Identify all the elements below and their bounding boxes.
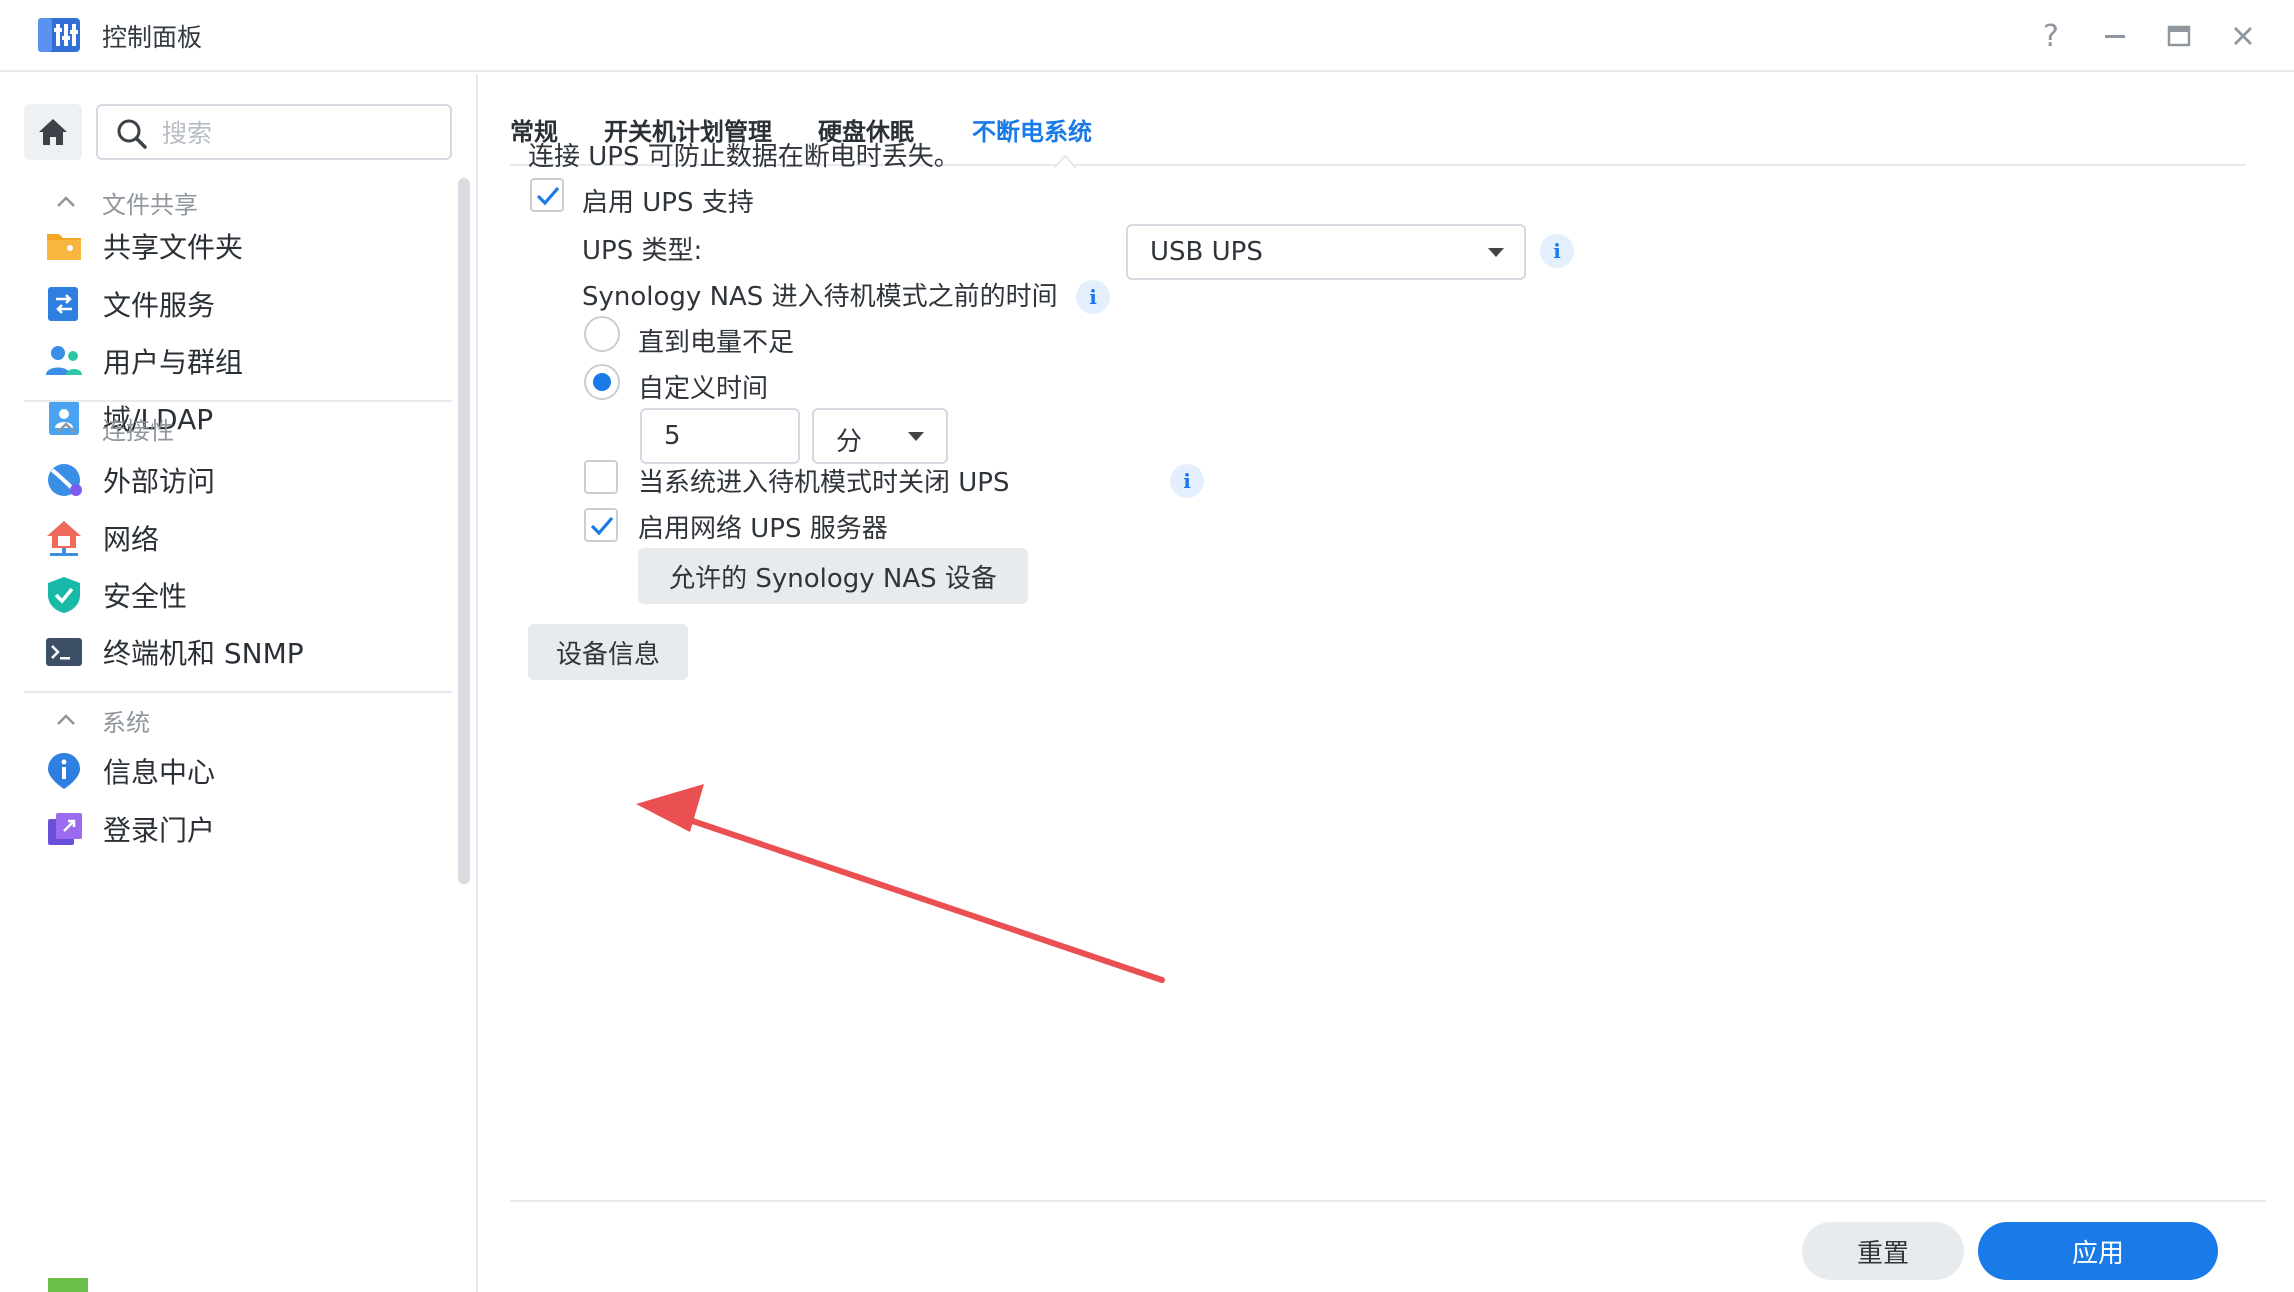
sidebar-item-label: 信息中心	[103, 756, 216, 789]
info-icon[interactable]: i	[1170, 464, 1204, 498]
custom-time-radio[interactable]	[584, 364, 620, 400]
time-unit-value: 分	[836, 427, 863, 457]
search-box[interactable]	[96, 104, 452, 160]
login-portal-icon	[48, 813, 82, 845]
sidebar-item-label: 登录门户	[103, 814, 216, 847]
low-battery-label: 直到电量不足	[638, 328, 795, 358]
standby-time-label: Synology NAS 进入待机模式之前的时间	[582, 282, 1058, 312]
chevron-up-icon	[57, 714, 75, 725]
sidebar-item-label: 外部访问	[103, 465, 216, 498]
shield-icon	[48, 577, 80, 613]
sidebar-item-label: 用户与群组	[103, 346, 244, 379]
divider	[24, 400, 452, 402]
device-info-button[interactable]: 设备信息	[528, 624, 688, 680]
sidebar-item-label: 安全性	[103, 580, 188, 613]
custom-time-label: 自定义时间	[638, 374, 769, 404]
sidebar-item-external-access[interactable]: 外部访问	[44, 450, 444, 510]
apply-button[interactable]: 应用	[1978, 1222, 2218, 1280]
window-title: 控制面板	[102, 23, 203, 52]
network-ups-server-label: 启用网络 UPS 服务器	[638, 514, 888, 544]
checkmark-icon	[590, 516, 614, 536]
chevron-up-icon	[57, 196, 75, 207]
sidebar-item-info-center[interactable]: 信息中心	[44, 741, 444, 801]
low-battery-radio[interactable]	[584, 316, 620, 352]
title-bar: 控制面板 ?	[0, 0, 2294, 72]
active-tab-indicator	[1054, 154, 1076, 168]
time-unit-select[interactable]: 分	[812, 408, 948, 464]
home-icon	[39, 119, 67, 145]
help-icon[interactable]: ?	[2029, 14, 2073, 58]
checkmark-icon	[536, 186, 560, 206]
section-label: 文件共享	[102, 190, 198, 219]
control-panel-app-icon	[38, 18, 80, 52]
section-header-connectivity[interactable]: 连接性	[52, 408, 174, 448]
minimize-icon[interactable]	[2093, 14, 2137, 58]
enable-ups-checkbox[interactable]	[530, 178, 564, 212]
network-icon	[47, 521, 81, 556]
sidebar-item-label: 网络	[103, 523, 160, 556]
dropdown-arrow-icon	[908, 432, 924, 441]
users-icon	[46, 346, 82, 375]
sidebar-item-label: 共享文件夹	[103, 231, 244, 264]
maximize-icon[interactable]	[2157, 14, 2201, 58]
chevron-up-icon	[57, 422, 75, 433]
info-icon[interactable]: i	[1540, 234, 1574, 268]
close-icon[interactable]	[2221, 14, 2265, 58]
time-value-input[interactable]	[640, 408, 800, 464]
allowed-nas-devices-button[interactable]: 允许的 Synology NAS 设备	[638, 548, 1028, 604]
sidebar-item-login-portal[interactable]: 登录门户	[44, 799, 444, 859]
ups-description: 连接 UPS 可防止数据在断电时丢失。	[528, 142, 960, 172]
tab-ups[interactable]: 不断电系统	[972, 112, 1092, 147]
sidebar-item-file-services[interactable]: 文件服务	[44, 274, 444, 334]
sidebar-item-label: 文件服务	[103, 289, 216, 322]
sidebar-item-security[interactable]: 安全性	[44, 565, 444, 625]
dropdown-arrow-icon	[1488, 248, 1504, 257]
reset-button[interactable]: 重置	[1802, 1222, 1964, 1280]
external-access-icon	[48, 464, 82, 496]
section-header-system[interactable]: 系统	[52, 700, 150, 740]
main-panel: 常规 开关机计划管理 硬盘休眠 不断电系统 连接 UPS 可防止数据在断电时丢失…	[480, 74, 2294, 1292]
section-label: 连接性	[102, 416, 174, 445]
ups-type-value: USB UPS	[1150, 237, 1263, 267]
sidebar-item-terminal-snmp[interactable]: 终端机和 SNMP	[44, 622, 444, 682]
search-input[interactable]	[162, 114, 432, 152]
shared-folder-icon	[47, 234, 81, 260]
footer-divider	[510, 1200, 2266, 1202]
search-icon	[117, 119, 147, 149]
network-ups-server-checkbox[interactable]	[584, 508, 618, 542]
divider	[24, 691, 452, 693]
info-icon[interactable]: i	[1076, 280, 1110, 314]
terminal-icon	[46, 638, 82, 666]
file-services-icon	[48, 287, 78, 321]
info-center-icon	[48, 753, 80, 789]
sidebar-item-user-group[interactable]: 用户与群组	[44, 331, 444, 391]
sidebar: 文件共享 共享文件夹 文件服务 用户与群组 域/LDAP	[0, 74, 478, 1292]
home-button[interactable]	[24, 104, 82, 160]
ups-type-select[interactable]: USB UPS	[1126, 224, 1526, 280]
ups-type-label: UPS 类型:	[582, 236, 703, 266]
sidebar-item-label: 终端机和 SNMP	[103, 637, 304, 670]
section-label: 系统	[102, 708, 150, 737]
sidebar-scrollbar[interactable]	[458, 178, 470, 884]
sidebar-item-shared-folder[interactable]: 共享文件夹	[44, 216, 444, 276]
enable-ups-label: 启用 UPS 支持	[582, 188, 754, 218]
sidebar-item-network[interactable]: 网络	[44, 508, 444, 568]
shutdown-ups-label: 当系统进入待机模式时关闭 UPS	[638, 468, 1010, 498]
shutdown-ups-checkbox[interactable]	[584, 460, 618, 494]
partial-sidebar-icon	[48, 1278, 88, 1292]
